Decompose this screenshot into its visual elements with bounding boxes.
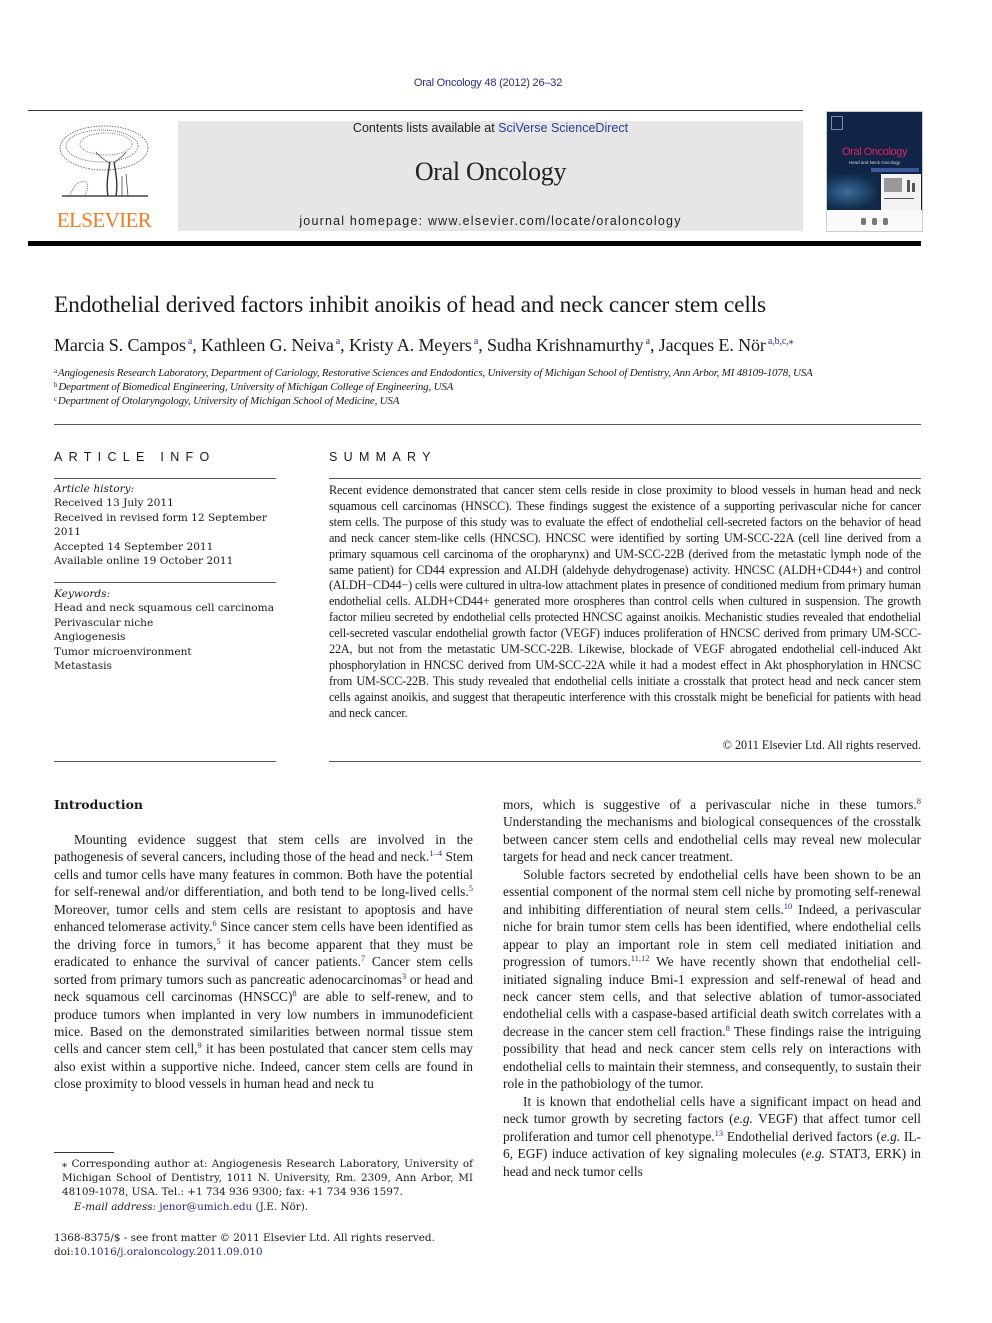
- italic-text: e.g.: [805, 1146, 825, 1162]
- journal-homepage[interactable]: journal homepage: www.elsevier.com/locat…: [178, 214, 803, 228]
- header-thick-rule: [28, 241, 921, 246]
- keywords-label: Keywords:: [54, 588, 111, 600]
- history-item: Received in revised form 12 September 20…: [54, 511, 267, 539]
- author[interactable]: Kathleen G. Neiva a: [201, 335, 340, 355]
- body-column-left: Mounting evidence suggest that stem cell…: [54, 831, 473, 1093]
- keyword: Angiogenesis: [54, 631, 126, 644]
- affiliation-b: bDepartment of Biomedical Engineering, U…: [54, 381, 454, 393]
- keyword: Head and neck squamous cell carcinoma: [54, 602, 275, 615]
- keyword: Metastasis: [54, 660, 112, 673]
- keywords: Keywords: Head and neck squamous cell ca…: [54, 587, 276, 673]
- divider: [54, 478, 276, 479]
- citation-reference[interactable]: 13: [715, 1128, 724, 1138]
- cover-strip: [871, 168, 919, 172]
- divider: [329, 761, 921, 762]
- citation-reference[interactable]: 10: [784, 901, 793, 911]
- sciencedirect-link[interactable]: SciVerse ScienceDirect: [498, 121, 628, 135]
- summary-heading: SUMMARY: [329, 450, 437, 464]
- citation-reference[interactable]: 8: [917, 796, 921, 806]
- summary-text: Recent evidence demonstrated that cancer…: [329, 483, 921, 720]
- affiliations-rule: [54, 424, 921, 425]
- divider: [329, 478, 921, 479]
- author[interactable]: Sudha Krishnamurthy a: [487, 335, 650, 355]
- author[interactable]: Jacques E. Nör a,b,c,⁎: [659, 335, 794, 355]
- paragraph: It is known that endothelial cells have …: [503, 1093, 921, 1179]
- history-item: Accepted 14 September 2011: [54, 540, 214, 553]
- history-label: Article history:: [54, 483, 135, 495]
- body-column-right: mors, which is suggestive of a perivascu…: [503, 796, 921, 1180]
- citation-reference[interactable]: 3: [402, 971, 406, 981]
- cover-publisher-icon: [831, 116, 843, 130]
- doi-link[interactable]: 10.1016/j.oraloncology.2011.09.010: [74, 1246, 263, 1258]
- summary-copyright: © 2011 Elsevier Ltd. All rights reserved…: [722, 738, 921, 752]
- front-matter: 1368-8375/$ - see front matter © 2011 El…: [54, 1231, 494, 1259]
- citation-reference[interactable]: 7: [361, 953, 365, 963]
- journal-name: Oral Oncology: [414, 157, 567, 186]
- cover-title: Oral Oncology: [841, 146, 908, 158]
- citation-reference[interactable]: 8: [292, 988, 296, 998]
- elsevier-wordmark: ELSEVIER: [56, 208, 152, 232]
- journal-cover-thumbnail[interactable]: Oral Oncology Head and Neck Oncology: [826, 111, 923, 232]
- paragraph: Soluble factors secreted by endothelial …: [503, 866, 921, 1092]
- contents-prefix: Contents lists available at: [352, 121, 499, 135]
- paragraph: mors, which is suggestive of a perivascu…: [503, 796, 921, 865]
- email-suffix: (J.E. Nör).: [252, 1200, 309, 1213]
- cover-image: [827, 174, 879, 210]
- history-item: Available online 19 October 2011: [54, 555, 234, 568]
- cover-figure: [881, 174, 921, 210]
- introduction-heading: Introduction: [54, 797, 144, 812]
- cover-subtitle: Head and Neck Oncology: [848, 160, 901, 165]
- citation-reference[interactable]: 6: [212, 918, 216, 928]
- journal-header-band: Contents lists available at SciVerse Sci…: [178, 121, 803, 231]
- doi-prefix: doi:: [54, 1246, 74, 1259]
- article-info-heading: ARTICLE INFO: [54, 450, 216, 464]
- cover-footer: [827, 210, 922, 231]
- email-label: E-mail address:: [74, 1200, 157, 1213]
- citation-reference[interactable]: 5: [216, 936, 220, 946]
- keyword: Tumor microenvironment: [54, 645, 192, 658]
- affiliation-c: cDepartment of Otolaryngology, Universit…: [54, 395, 400, 407]
- journal-citation[interactable]: Oral Oncology 48 (2012) 26–32: [0, 77, 976, 89]
- article-history: Article history: Received 13 July 2011 R…: [54, 482, 276, 568]
- citation-reference[interactable]: 1–4: [429, 848, 442, 858]
- affiliation-a: aAngiogenesis Research Laboratory, Depar…: [54, 367, 813, 379]
- elsevier-tree-icon: [59, 125, 149, 197]
- citation-reference[interactable]: 5: [469, 883, 473, 893]
- article-title: Endothelial derived factors inhibit anoi…: [54, 292, 766, 318]
- citation-reference[interactable]: 8: [726, 1023, 730, 1033]
- contents-line: Contents lists available at SciVerse Sci…: [178, 121, 803, 135]
- email-link[interactable]: jenor@umich.edu: [159, 1201, 252, 1213]
- footnote-rule: [54, 1152, 114, 1153]
- citation-reference[interactable]: 11,12: [631, 953, 650, 963]
- corresponding-author-footnote: ⁎ Corresponding author at: Angiogenesis …: [54, 1157, 473, 1214]
- doi-line: doi:10.1016/j.oraloncology.2011.09.010: [54, 1245, 494, 1259]
- divider: [54, 582, 276, 583]
- issn-line: 1368-8375/$ - see front matter © 2011 El…: [54, 1232, 435, 1244]
- italic-text: e.g.: [733, 1111, 753, 1127]
- elsevier-logo[interactable]: ELSEVIER: [54, 120, 154, 234]
- header-top-rule: [28, 110, 803, 111]
- email-line: E-mail address: jenor@umich.edu (J.E. Nö…: [54, 1200, 473, 1214]
- divider: [54, 761, 276, 762]
- corresponding-author-text: ⁎ Corresponding author at: Angiogenesis …: [62, 1158, 473, 1199]
- author[interactable]: Kristy A. Meyers a: [349, 335, 478, 355]
- author-list: Marcia S. Campos a, Kathleen G. Neiva a, K…: [54, 335, 794, 355]
- paragraph: Mounting evidence suggest that stem cell…: [54, 832, 474, 1092]
- italic-text: e.g.: [880, 1128, 901, 1144]
- author[interactable]: Marcia S. Campos a: [54, 335, 192, 355]
- citation-reference[interactable]: 9: [198, 1040, 202, 1050]
- keyword: Perivascular niche: [54, 616, 154, 629]
- history-item: Received 13 July 2011: [54, 497, 174, 510]
